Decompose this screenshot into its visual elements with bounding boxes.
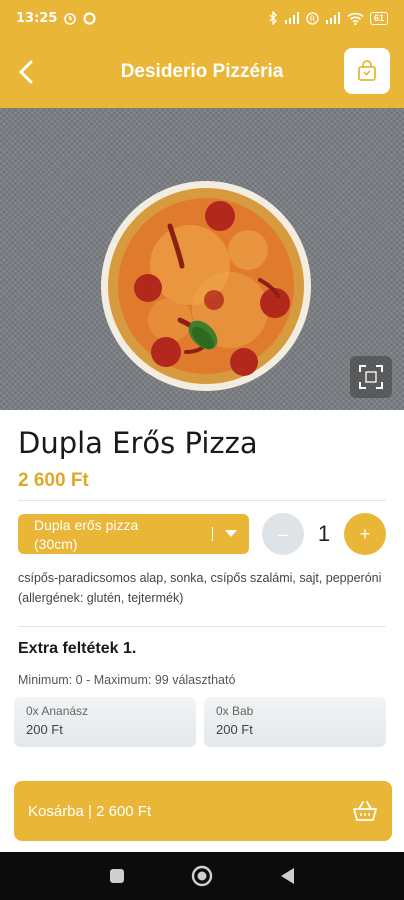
- add-to-cart-button[interactable]: Kosárba | 2 600 Ft: [14, 781, 392, 841]
- registered-icon: R: [306, 11, 319, 25]
- system-navigation-bar: [0, 852, 404, 900]
- divider: [18, 626, 386, 627]
- signal-icon: [325, 12, 340, 24]
- chevron-down-icon: [225, 530, 237, 537]
- divider: [18, 500, 386, 501]
- cart-button[interactable]: [344, 48, 390, 94]
- quantity-decrease-button[interactable]: –: [262, 513, 304, 555]
- extra-option-card[interactable]: 0x Bab 200 Ft: [204, 697, 386, 747]
- extra-option-card[interactable]: 0x Ananász 200 Ft: [14, 697, 196, 747]
- add-to-cart-label: Kosárba | 2 600 Ft: [28, 802, 152, 820]
- bluetooth-icon: [269, 11, 277, 25]
- back-arrow-icon: [19, 60, 33, 84]
- extras-limit: Minimum: 0 - Maximum: 99 választható: [18, 673, 236, 687]
- shopping-bag-icon: [358, 60, 376, 81]
- quantity-value: 1: [317, 521, 331, 546]
- fullscreen-button[interactable]: [350, 356, 392, 398]
- app-header: Desiderio Pizzéria: [0, 36, 404, 108]
- size-label-line1: Dupla erős pizza: [34, 517, 139, 533]
- nav-home-button[interactable]: [191, 865, 213, 887]
- fullscreen-icon: [359, 365, 383, 389]
- product-price: 2 600 Ft: [18, 470, 89, 491]
- extra-option-name: 0x Ananász: [26, 704, 89, 718]
- pizza-image: [101, 181, 311, 391]
- status-time: 13:25: [16, 10, 58, 26]
- dropdown-separator: [212, 527, 213, 541]
- sync-icon: [83, 11, 96, 25]
- back-button[interactable]: [0, 36, 52, 108]
- battery-level: 61: [369, 11, 388, 25]
- size-dropdown[interactable]: Dupla erős pizza (30cm): [18, 514, 249, 554]
- alarm-icon: [64, 13, 77, 25]
- nav-back-icon: [281, 868, 294, 884]
- extra-option-price: 200 Ft: [26, 722, 63, 737]
- extras-title: Extra feltétek 1.: [18, 640, 137, 657]
- signal-icon: [284, 12, 299, 24]
- extra-option-name: 0x Bab: [216, 704, 254, 718]
- nav-recents-button[interactable]: [109, 868, 125, 884]
- nav-circle-icon: [191, 865, 213, 887]
- product-image[interactable]: [0, 108, 404, 410]
- status-bar: 13:25 R 61: [0, 0, 404, 36]
- product-name: Dupla Erős Pizza: [18, 426, 258, 460]
- nav-back-button[interactable]: [279, 867, 295, 885]
- extra-option-price: 200 Ft: [216, 722, 253, 737]
- quantity-increase-button[interactable]: +: [344, 513, 386, 555]
- size-label-line2: (30cm): [34, 536, 78, 552]
- nav-square-icon: [110, 869, 124, 883]
- wifi-icon: [347, 12, 364, 25]
- basket-icon: [353, 801, 377, 821]
- product-description: csípős-paradicsomos alap, sonka, csípős …: [18, 571, 382, 605]
- svg-text:R: R: [310, 14, 316, 23]
